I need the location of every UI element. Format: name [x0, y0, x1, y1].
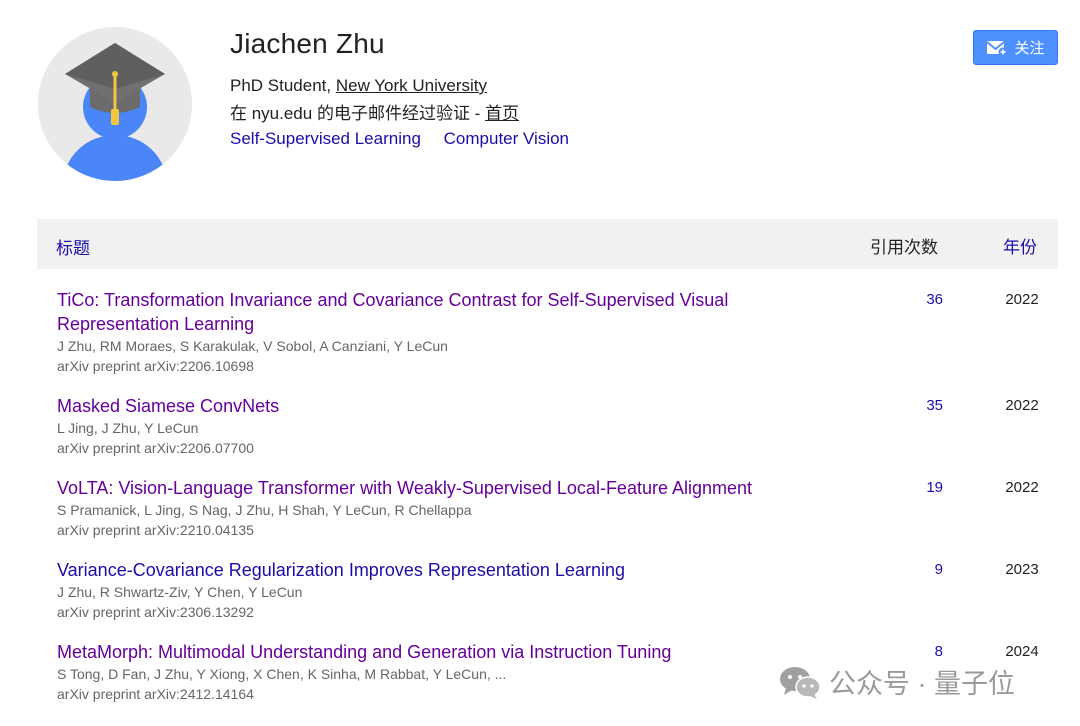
publication-year: 2024	[1005, 643, 1039, 660]
publication-authors: S Pramanick, L Jing, S Nag, J Zhu, H Sha…	[57, 502, 472, 518]
follow-button-label: 关注	[1014, 40, 1045, 57]
publication-year: 2022	[1005, 291, 1039, 308]
publication-authors: L Jing, J Zhu, Y LeCun	[57, 420, 199, 436]
homepage-link[interactable]: 首页	[485, 104, 519, 123]
publication-year: 2022	[1005, 397, 1039, 414]
affiliation-link[interactable]: New York University	[336, 76, 487, 95]
follow-button[interactable]: 关注	[973, 30, 1058, 65]
publication-title-link[interactable]: Variance-Covariance Regularization Impro…	[57, 558, 797, 582]
citation-count-link[interactable]: 36	[907, 288, 943, 312]
publication-authors: J Zhu, R Shwartz-Ziv, Y Chen, Y LeCun	[57, 584, 303, 600]
table-row: TiCo: Transformation Invariance and Cova…	[57, 288, 1057, 376]
table-row: Masked Siamese ConvNets L Jing, J Zhu, Y…	[57, 394, 1057, 458]
citation-count-link[interactable]: 19	[907, 476, 943, 500]
citation-count-link[interactable]: 35	[907, 394, 943, 418]
profile-affiliation: PhD Student, New York University	[230, 76, 487, 96]
sort-by-title-header[interactable]: 标题	[56, 234, 90, 259]
research-interests: Self-Supervised Learning Computer Vision	[230, 129, 587, 149]
publication-venue: arXiv preprint arXiv:2306.13292	[57, 604, 254, 620]
verified-email-text: 在 nyu.edu 的电子邮件经过验证 -	[230, 104, 486, 123]
publication-year: 2022	[1005, 479, 1039, 496]
profile-name: Jiachen Zhu	[230, 28, 385, 59]
publication-year: 2023	[1005, 561, 1039, 578]
cited-by-header: 引用次数	[870, 238, 938, 257]
interest-link[interactable]: Self-Supervised Learning	[230, 129, 421, 148]
graduate-avatar-icon	[38, 27, 192, 181]
avatar	[38, 27, 192, 181]
profile-role: PhD Student,	[230, 76, 336, 95]
table-row: Variance-Covariance Regularization Impro…	[57, 558, 1057, 622]
publication-venue: arXiv preprint arXiv:2210.04135	[57, 522, 254, 538]
wechat-icon	[780, 666, 821, 699]
publications-table-header: 标题 引用次数 年份	[37, 219, 1058, 269]
citation-count-link[interactable]: 8	[907, 640, 943, 664]
publication-title-link[interactable]: VoLTA: Vision-Language Transformer with …	[57, 476, 857, 500]
publication-venue: arXiv preprint arXiv:2206.10698	[57, 358, 254, 374]
verified-email-line: 在 nyu.edu 的电子邮件经过验证 - 首页	[230, 99, 519, 124]
citation-count-link[interactable]: 9	[907, 558, 943, 582]
publication-title-link[interactable]: MetaMorph: Multimodal Understanding and …	[57, 640, 857, 664]
watermark: 公众号 · 量子位	[779, 662, 1015, 701]
watermark-text: 公众号 · 量子位	[829, 669, 1015, 699]
publication-venue: arXiv preprint arXiv:2206.07700	[57, 440, 254, 456]
table-row: VoLTA: Vision-Language Transformer with …	[57, 476, 1057, 540]
publication-title-link[interactable]: Masked Siamese ConvNets	[57, 394, 797, 418]
publication-title-link[interactable]: TiCo: Transformation Invariance and Cova…	[57, 288, 797, 336]
publication-authors: J Zhu, RM Moraes, S Karakulak, V Sobol, …	[57, 338, 448, 354]
interest-link[interactable]: Computer Vision	[444, 129, 569, 148]
mail-plus-icon	[986, 40, 1008, 56]
sort-by-year-header[interactable]: 年份	[1003, 233, 1037, 258]
